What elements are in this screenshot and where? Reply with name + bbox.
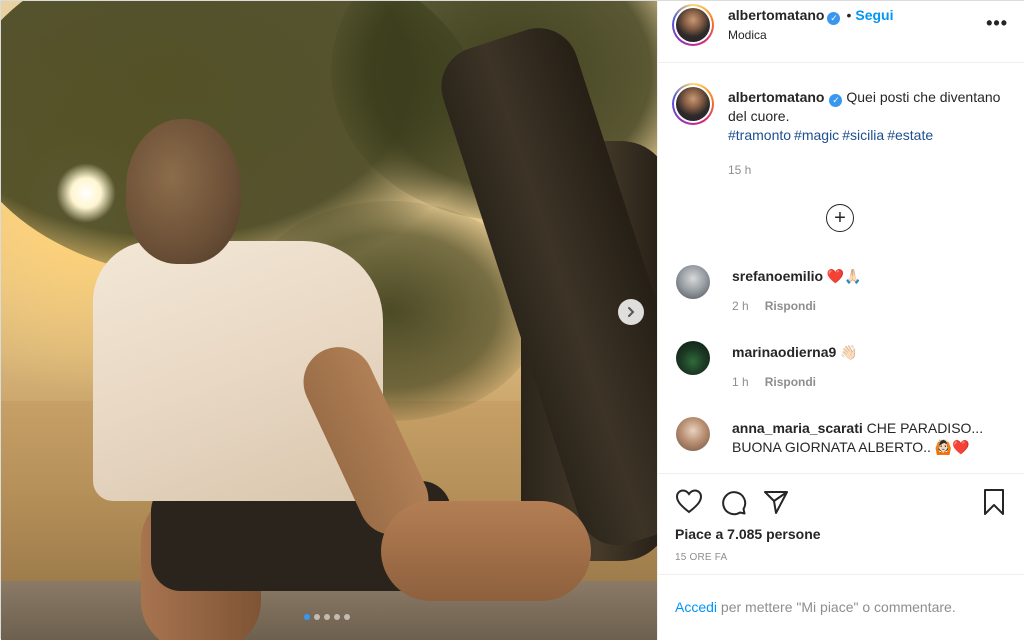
commenter-avatar[interactable]: [676, 341, 710, 375]
carousel-indicator: [304, 614, 350, 620]
caption-text: albertomatano ✓ Quei posti che diventano …: [728, 88, 1008, 145]
follow-button[interactable]: Segui: [855, 7, 893, 23]
author-avatar[interactable]: [672, 4, 714, 46]
verified-badge-icon: ✓: [827, 12, 841, 25]
commenter-avatar[interactable]: [676, 417, 710, 451]
author-username[interactable]: albertomatano: [728, 7, 824, 23]
like-button[interactable]: [675, 488, 703, 519]
carousel-next-button[interactable]: [618, 299, 644, 325]
author-name-row: albertomatano ✓ • Segui: [728, 7, 894, 25]
comment-body: 👋🏻: [840, 344, 858, 360]
comment-icon: [722, 491, 747, 516]
photo-sun: [56, 163, 116, 223]
hashtags: #tramonto #magic #sicilia #estate: [728, 127, 936, 143]
comment-time: 2 h: [732, 299, 749, 313]
heart-icon: [675, 489, 703, 514]
commenter-username[interactable]: marinaodierna9: [732, 344, 836, 360]
comment-body: ❤️🙏🏻: [826, 268, 862, 284]
login-link[interactable]: Accedi: [675, 599, 717, 615]
comment-time: 1 h: [732, 375, 749, 389]
separator: •: [846, 7, 852, 23]
post-photo[interactable]: [1, 1, 657, 640]
post-header: albertomatano ✓ • Segui Modica •••: [658, 1, 1024, 63]
hashtag-link[interactable]: #estate: [887, 127, 933, 143]
carousel-dot: [334, 614, 340, 620]
comment-button[interactable]: [719, 488, 747, 521]
load-more-comments-button[interactable]: +: [826, 204, 854, 232]
post-location[interactable]: Modica: [728, 28, 767, 42]
post-side-panel: albertomatano ✓ • Segui Modica ••• albertom…: [657, 1, 1024, 640]
login-prompt-text: Accedi per mettere "Mi piace" o commenta…: [675, 599, 956, 615]
caption-time: 15 h: [728, 163, 752, 177]
caption-avatar[interactable]: [672, 83, 714, 125]
save-button[interactable]: [981, 488, 1007, 521]
bookmark-icon: [984, 489, 1004, 515]
hashtag-link[interactable]: #magic: [794, 127, 839, 143]
comment-text: marinaodierna9 👋🏻: [732, 343, 1012, 362]
commenter-avatar[interactable]: [676, 265, 710, 299]
post-actions: Piace a 7.085 persone 15 ORE FA Accedi p…: [658, 473, 1024, 641]
comment-text: srefanoemilio ❤️🙏🏻: [732, 267, 1012, 286]
login-prompt: Accedi per mettere "Mi piace" o commenta…: [658, 574, 1024, 642]
instagram-post: albertomatano ✓ • Segui Modica ••• albertom…: [0, 0, 1024, 640]
reply-button[interactable]: Rispondi: [765, 299, 816, 313]
verified-badge-icon: ✓: [829, 94, 843, 107]
chevron-right-icon: [628, 307, 635, 317]
carousel-dot: [314, 614, 320, 620]
commenter-username[interactable]: srefanoemilio: [732, 268, 823, 284]
hashtag-link[interactable]: #sicilia: [842, 127, 884, 143]
share-icon: [764, 491, 788, 514]
carousel-dot: [324, 614, 330, 620]
reply-button[interactable]: Rispondi: [765, 375, 816, 389]
carousel-dot-active: [304, 614, 310, 620]
login-text: per mettere "Mi piace" o commentare.: [720, 599, 956, 615]
comment-meta: 2 h Rispondi: [732, 299, 832, 313]
comment-meta: 1 h Rispondi: [732, 375, 832, 389]
share-button[interactable]: [762, 488, 790, 521]
comment-text: anna_maria_scarati CHE PARADISO... BUONA…: [732, 419, 1012, 457]
more-options-icon[interactable]: •••: [986, 13, 1008, 34]
post-timestamp[interactable]: 15 ORE FA: [675, 552, 727, 563]
carousel-dot: [344, 614, 350, 620]
commenter-username[interactable]: anna_maria_scarati: [732, 420, 863, 436]
caption-username[interactable]: albertomatano: [728, 89, 824, 105]
hashtag-link[interactable]: #tramonto: [728, 127, 791, 143]
likes-count[interactable]: Piace a 7.085 persone: [675, 526, 821, 542]
